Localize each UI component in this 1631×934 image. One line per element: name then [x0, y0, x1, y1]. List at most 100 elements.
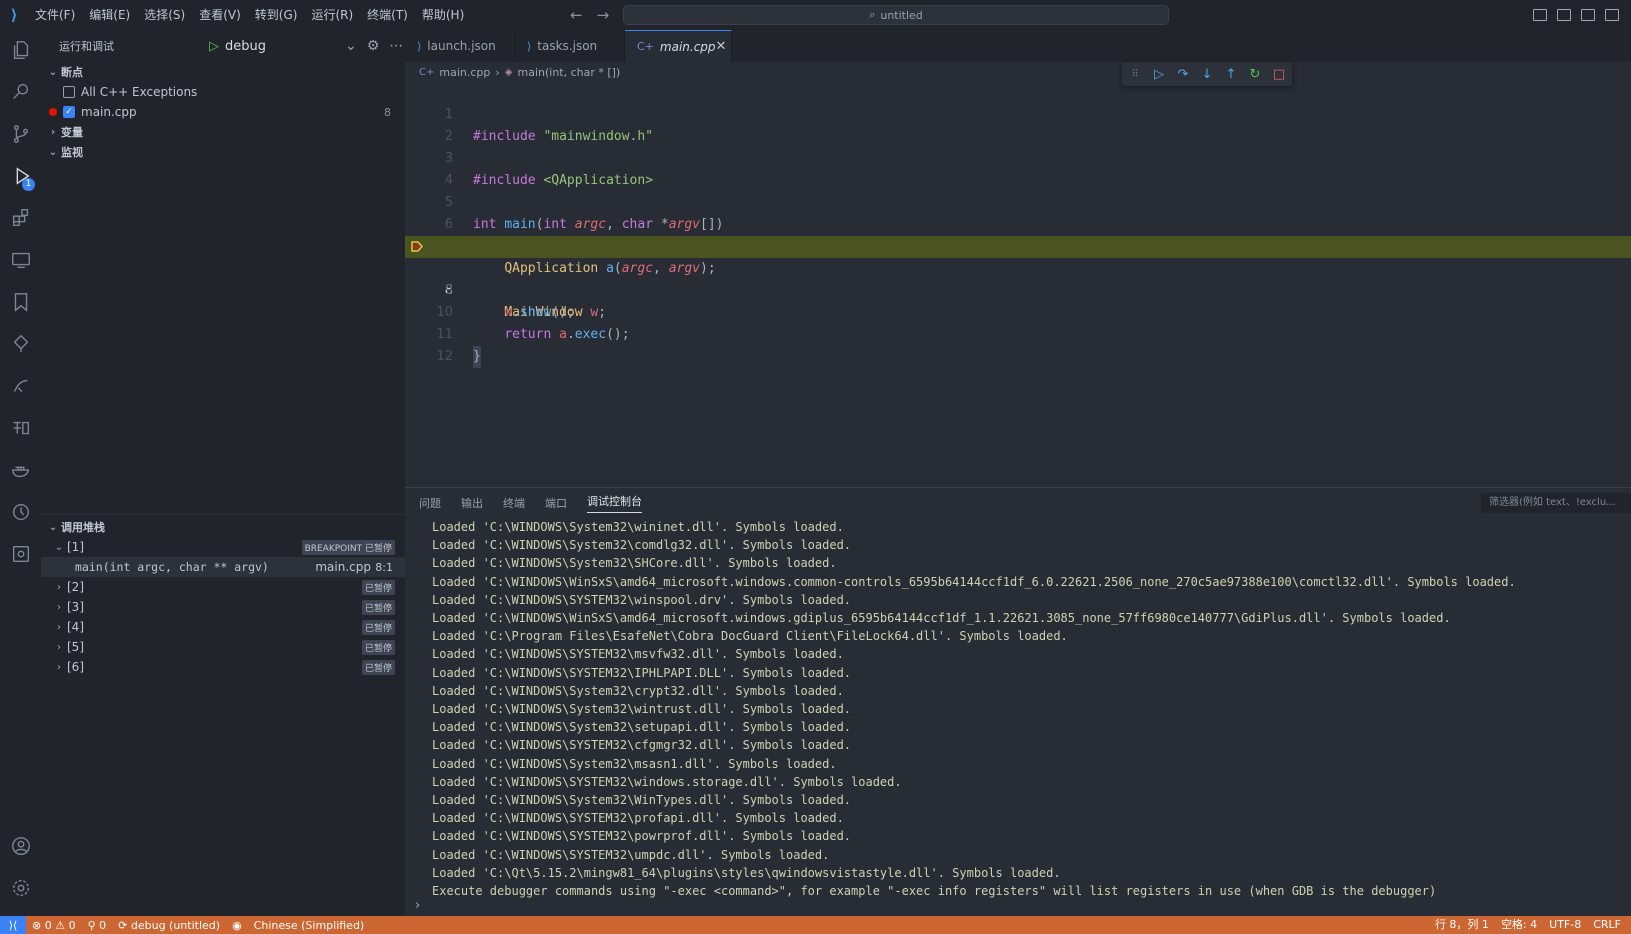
menu-go[interactable]: 转到(G) — [248, 0, 305, 30]
thread-item[interactable]: › [2] 已暂停 — [41, 577, 405, 597]
chevron-down-icon: ⌄ — [48, 66, 58, 78]
watch-section-header[interactable]: ⌄ 监视 — [41, 142, 405, 162]
timeline-icon[interactable] — [0, 492, 41, 532]
tab-launch-json[interactable]: ⟩ launch.json — [405, 30, 515, 62]
indentation[interactable]: 空格: 4 — [1495, 916, 1543, 934]
source-control-icon[interactable] — [0, 114, 41, 154]
thread-item[interactable]: › [5] 已暂停 — [41, 637, 405, 657]
chevron-down-icon[interactable]: ⌄ — [345, 38, 357, 54]
breadcrumb-file[interactable]: main.cpp — [439, 66, 490, 79]
menu-run[interactable]: 运行(R) — [304, 0, 360, 30]
end-of-line[interactable]: CRLF — [1587, 916, 1627, 934]
chevron-right-icon: › — [50, 126, 56, 138]
testing-icon[interactable] — [0, 324, 41, 364]
variables-section-header[interactable]: › 变量 — [41, 122, 405, 142]
breakpoint-item[interactable]: All C++ Exceptions — [41, 82, 405, 102]
remote-indicator-icon[interactable]: ⟩⟨ — [0, 916, 26, 934]
callstack-section-header[interactable]: ⌄ 调用堆栈 — [41, 517, 405, 537]
activity-bar: 1 — [0, 30, 41, 916]
thread-item[interactable]: › [6] 已暂停 — [41, 657, 405, 677]
tab-problems[interactable]: 问题 — [419, 495, 441, 511]
cursor-position[interactable]: 行 8，列 1 — [1429, 916, 1495, 934]
chevron-down-icon: ⌄ — [54, 541, 64, 553]
thread-item[interactable]: ⌄ [1] BREAKPOINT 已暂停 — [41, 537, 405, 557]
menu-selection[interactable]: 选择(S) — [137, 0, 192, 30]
console-filter-input[interactable]: 筛选器(例如 text、!exclu... — [1481, 493, 1631, 513]
container-icon[interactable] — [0, 534, 41, 574]
back-arrow-icon[interactable]: ← — [570, 0, 583, 30]
gear-icon[interactable]: ⚙ — [367, 38, 380, 54]
tab-debug-console[interactable]: 调试控制台 — [587, 493, 642, 513]
explorer-icon[interactable] — [0, 30, 41, 70]
toggle-secondary-sidebar-icon[interactable] — [1581, 9, 1595, 21]
tab-terminal[interactable]: 终端 — [503, 495, 525, 511]
debug-config-select[interactable]: debug — [225, 39, 335, 54]
chevron-right-icon: › — [57, 661, 61, 673]
menu-view[interactable]: 查看(V) — [192, 0, 248, 30]
account-icon[interactable] — [0, 826, 41, 866]
thread-status-badge: 已暂停 — [361, 639, 395, 655]
console-line: Loaded 'C:\WINDOWS\System32\wininet.dll'… — [432, 520, 844, 534]
toggle-primary-sidebar-icon[interactable] — [1533, 9, 1547, 21]
git-graph-icon[interactable] — [0, 366, 41, 406]
menu-file[interactable]: 文件(F) — [28, 0, 82, 30]
console-line: Loaded 'C:\WINDOWS\System32\crypt32.dll'… — [432, 683, 844, 698]
search-icon[interactable] — [0, 72, 41, 112]
stop-icon[interactable]: □ — [1272, 67, 1286, 82]
tab-output[interactable]: 输出 — [461, 495, 483, 511]
remote-explorer-icon[interactable] — [0, 240, 41, 280]
ports-status[interactable]: ⚲ 0 — [82, 919, 113, 932]
breakpoint-checkbox[interactable]: ✓ — [63, 106, 75, 118]
menu-terminal[interactable]: 终端(T) — [360, 0, 415, 30]
continue-icon[interactable]: ▷ — [1152, 67, 1166, 82]
chevron-right-icon: › — [57, 641, 61, 653]
encoding[interactable]: UTF-8 — [1543, 916, 1587, 934]
settings-gear-icon[interactable] — [0, 868, 41, 908]
console-prompt-icon[interactable]: › — [415, 898, 420, 913]
step-out-icon[interactable]: ↑ — [1224, 67, 1238, 82]
forward-arrow-icon[interactable]: → — [597, 0, 610, 30]
console-line: Loaded 'C:\WINDOWS\System32\setupapi.dll… — [432, 720, 852, 735]
language-status[interactable]: Chinese (Simplified) — [248, 919, 371, 932]
breadcrumb-symbol[interactable]: main(int, char * []) — [517, 66, 620, 79]
docker-icon[interactable] — [0, 450, 41, 490]
debug-status[interactable]: ⟳ debug (untitled) — [112, 919, 226, 932]
menu-edit[interactable]: 编辑(E) — [82, 0, 137, 30]
close-icon[interactable]: ✕ — [716, 39, 727, 54]
step-into-icon[interactable]: ↓ — [1200, 67, 1214, 82]
knowledge-icon[interactable] — [0, 408, 41, 448]
breakpoints-section-header[interactable]: ⌄ 断点 — [41, 62, 405, 82]
toggle-panel-icon[interactable] — [1557, 9, 1571, 21]
thread-label: [4] — [67, 620, 84, 634]
editor-tab-bar: ⟩ launch.json ⟩ tasks.json C+ main.cpp ✕ — [405, 30, 1631, 62]
sidebar-title: 运行和调试 — [59, 40, 114, 53]
breakpoint-label: main.cpp — [81, 105, 137, 119]
thread-item[interactable]: › [4] 已暂停 — [41, 617, 405, 637]
code-line: 5 int main(int argc, char *argv[]) — [405, 170, 1631, 232]
command-center[interactable]: ⌕ untitled — [623, 5, 1169, 25]
broadcast-icon[interactable]: ◉ — [226, 919, 248, 932]
menu-help[interactable]: 帮助(H) — [415, 0, 471, 30]
customize-layout-icon[interactable] — [1605, 9, 1619, 21]
debug-badge: 1 — [22, 178, 35, 191]
console-line: Loaded 'C:\WINDOWS\SYSTEM32\windows.stor… — [432, 774, 902, 789]
breakpoint-item[interactable]: ✓ main.cpp 8 — [41, 102, 405, 122]
thread-item[interactable]: › [3] 已暂停 — [41, 597, 405, 617]
more-actions-icon[interactable]: ⋯ — [389, 38, 403, 54]
restart-icon[interactable]: ↻ — [1248, 67, 1262, 82]
run-debug-icon[interactable]: 1 — [0, 156, 41, 196]
problems-status[interactable]: ⊗ 0 ⚠ 0 — [26, 919, 82, 932]
tab-main-cpp[interactable]: C+ main.cpp ✕ — [625, 30, 732, 62]
drag-handle-icon[interactable]: ⠿ — [1128, 69, 1142, 80]
step-over-icon[interactable]: ↷ — [1176, 67, 1190, 82]
start-debugging-icon[interactable]: ▷ — [209, 39, 219, 54]
extensions-icon[interactable] — [0, 198, 41, 238]
stack-frame-item[interactable]: main(int argc, char ** argv) main.cpp 8:… — [41, 557, 405, 577]
breakpoint-checkbox[interactable] — [63, 86, 75, 98]
tab-ports[interactable]: 端口 — [545, 495, 567, 511]
tab-tasks-json[interactable]: ⟩ tasks.json — [515, 30, 625, 62]
title-bar: ⟩ 文件(F) 编辑(E) 选择(S) 查看(V) 转到(G) 运行(R) 终端… — [0, 0, 1631, 30]
tab-label: main.cpp — [659, 39, 716, 54]
code-editor[interactable]: 1 #include "mainwindow.h" 2 3 #include <… — [405, 82, 1631, 482]
bookmark-icon[interactable] — [0, 282, 41, 322]
